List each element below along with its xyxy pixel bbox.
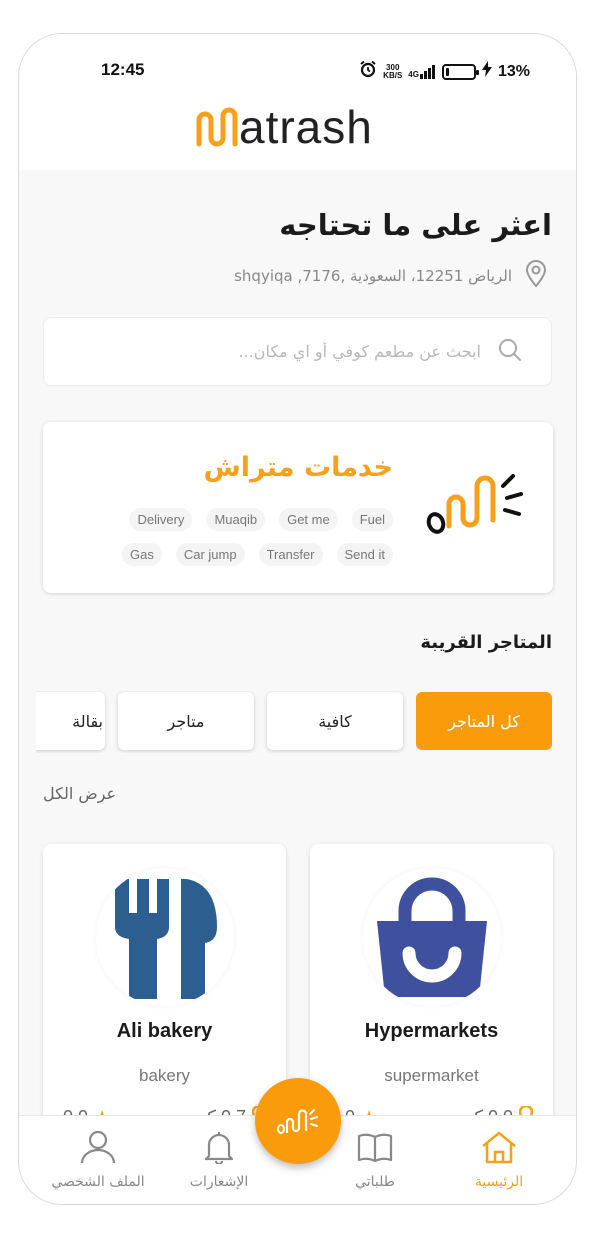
service-chip[interactable]: Fuel — [351, 508, 393, 531]
category-tabs: كل المتاجر كافية متاجر بقالة — [36, 691, 553, 753]
location-pin-icon — [524, 260, 548, 292]
status-bar: 12:45 300 KB/S 4G 13% — [19, 56, 576, 84]
network-speed: 300 KB/S — [383, 63, 403, 80]
tab-grocery[interactable]: بقالة — [36, 692, 105, 750]
user-icon — [78, 1130, 118, 1168]
logo-text: atrash — [239, 101, 373, 153]
nearby-stores-title: المتاجر القريبة — [420, 632, 552, 653]
battery-icon — [441, 63, 479, 80]
nav-profile[interactable]: الملف الشخصي — [43, 1130, 153, 1190]
nav-home[interactable]: الرئيسية — [444, 1130, 554, 1190]
logo-m-icon — [196, 107, 238, 147]
service-chip[interactable]: Transfer — [258, 543, 323, 566]
network-speed-unit: KB/S — [383, 70, 403, 80]
location-row[interactable]: الرياض 12251، السعودية ,7176, shqyiqa — [234, 260, 548, 292]
home-icon — [479, 1130, 519, 1168]
tab-all-stores[interactable]: كل المتاجر — [416, 692, 552, 750]
search-bar[interactable] — [43, 317, 552, 386]
tab-stores[interactable]: متاجر — [118, 692, 254, 750]
matrash-fab-button[interactable] — [255, 1078, 341, 1164]
store-category: bakery — [138, 1066, 191, 1085]
battery-percent: 13% — [497, 62, 530, 80]
nav-orders-label: طلباتي — [355, 1174, 395, 1190]
fork-knife-icon — [115, 879, 217, 999]
store-image — [363, 868, 501, 1006]
shopping-bag-icon — [377, 877, 487, 997]
services-chips: Fuel Get me Muaqib Delivery Send it Transfer C… — [63, 508, 393, 566]
store-name: Hypermarkets — [364, 1020, 499, 1042]
matrash-icon — [277, 1109, 318, 1134]
app-logo: atrash — [195, 102, 373, 152]
alarm-icon — [359, 60, 377, 83]
charging-icon — [481, 61, 492, 82]
tab-cafe[interactable]: كافية — [267, 692, 403, 750]
service-chip[interactable]: Send it — [336, 543, 393, 566]
location-text: الرياض 12251، السعودية ,7176, shqyiqa — [234, 267, 512, 285]
store-category: supermarket — [384, 1066, 479, 1085]
service-chip[interactable]: Car jump — [175, 543, 245, 566]
nav-notifications[interactable]: الإشعارات — [164, 1130, 274, 1190]
services-card[interactable]: خدمات متراش Fuel Get me Muaqib Delivery Send… — [43, 422, 553, 593]
book-icon — [355, 1130, 395, 1168]
status-time: 12:45 — [101, 60, 145, 79]
nav-profile-label: الملف الشخصي — [51, 1174, 145, 1190]
nav-home-label: الرئيسية — [474, 1174, 524, 1190]
phone-frame: 12:45 300 KB/S 4G 13% atrash اعثر على ما… — [18, 33, 577, 1205]
matrash-logo-icon — [425, 466, 525, 542]
service-chip[interactable]: Get me — [279, 508, 338, 531]
service-chip[interactable]: Delivery — [129, 508, 193, 531]
service-chip[interactable]: Gas — [122, 543, 162, 566]
services-title: خدمات متراش — [203, 452, 394, 483]
store-image — [96, 868, 234, 1006]
signal-icon: 4G — [408, 64, 436, 79]
bell-icon — [199, 1130, 239, 1168]
search-input[interactable] — [72, 342, 481, 361]
store-name: Ali bakery — [116, 1020, 213, 1042]
view-all-link[interactable]: عرض الكل — [43, 784, 116, 803]
search-icon — [497, 337, 523, 367]
signal-label: 4G — [408, 69, 419, 79]
status-icons: 300 KB/S 4G 13% — [359, 60, 530, 83]
service-chip[interactable]: Muaqib — [206, 508, 266, 531]
nav-notifications-label: الإشعارات — [189, 1174, 249, 1190]
page-title: اعثر على ما تحتاجه — [279, 208, 552, 242]
